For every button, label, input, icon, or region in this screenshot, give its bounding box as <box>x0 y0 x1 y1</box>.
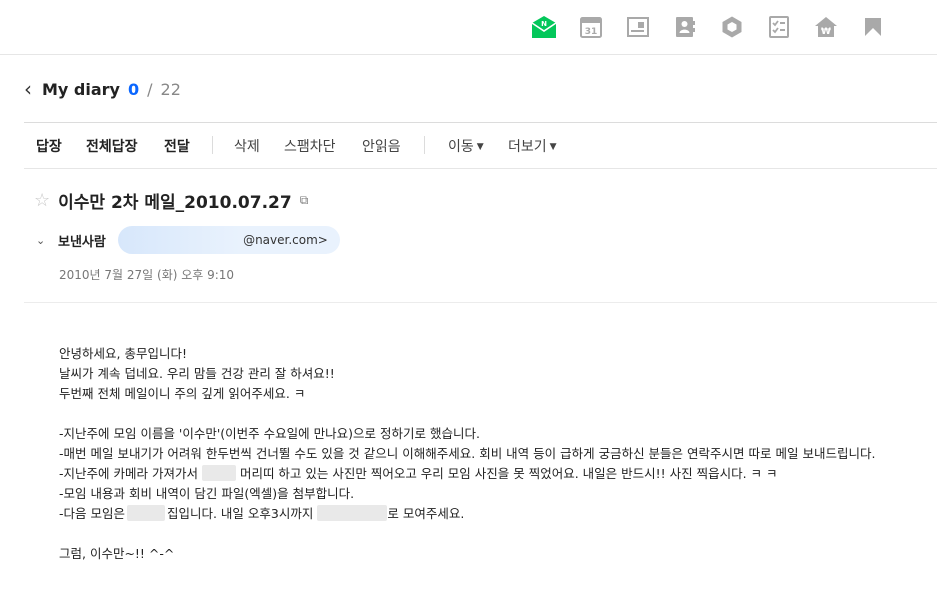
mail-body: 안녕하세요, 총무입니다! 날씨가 계속 덥네요. 우리 맘들 건강 관리 잘 … <box>59 344 875 564</box>
body-line: -지난주에 모임 이름을 '이수만'(이번주 수요일에 만나요)으로 정하기로 … <box>59 426 480 441</box>
body-line: 두번째 전체 메일이니 주의 깊게 읽어주세요. ㅋ <box>59 386 306 401</box>
total-count: 22 <box>160 79 181 99</box>
body-line: 안녕하세요, 총무입니다! <box>59 346 187 361</box>
redacted-name <box>201 465 236 481</box>
body-line: -모임 내용과 회비 내역이 담긴 파일(엑셀)을 첨부합니다. <box>59 486 355 501</box>
count-separator: / <box>147 79 153 99</box>
delete-button[interactable]: 삭제 <box>234 136 260 156</box>
body-line: 날씨가 계속 덥네요. 우리 맘들 건강 관리 잘 하셔요!! <box>59 366 335 381</box>
body-line: -다음 모임은 집입니다. 내일 오후3시까지 로 모여주세요. <box>59 504 875 524</box>
mail-date: 2010년 7월 27일 (화) 오후 9:10 <box>59 268 235 282</box>
star-icon[interactable]: ☆ <box>34 190 50 211</box>
more-label: 더보기 <box>508 139 547 155</box>
mail-subject-row: ☆ 이수만 2차 메일_2010.07.27 ⧉ <box>34 188 308 213</box>
sender-address-chip[interactable]: @naver.com> <box>117 226 340 254</box>
svg-text:31: 31 <box>585 27 598 37</box>
spam-block-button[interactable]: 스팸차단 <box>284 136 336 156</box>
body-text: 로 모여주세요. <box>387 506 465 521</box>
mailbox-header: ‹ My diary 0 / 22 <box>24 77 181 101</box>
sender-email: @naver.com> <box>243 233 328 247</box>
move-label: 이동 <box>448 139 474 155</box>
reply-button[interactable]: 답장 <box>36 136 62 156</box>
body-line: -지난주에 카메라 가져가서 머리띠 하고 있는 사진만 찍어오고 우리 모임 … <box>59 464 875 484</box>
expand-chevron-icon[interactable]: ⌄ <box>36 234 58 247</box>
more-dropdown[interactable]: 더보기 ▼ <box>508 136 557 156</box>
body-text: -지난주에 카메라 가져가서 <box>59 466 198 481</box>
open-new-window-icon[interactable]: ⧉ <box>300 193 309 208</box>
toolbar-divider <box>212 136 213 154</box>
notes-icon[interactable] <box>625 14 651 40</box>
redacted-location <box>317 505 388 521</box>
box-icon[interactable] <box>719 14 745 40</box>
svg-text:N: N <box>541 20 547 28</box>
home-won-icon[interactable]: ₩ <box>813 14 839 40</box>
mark-unread-button[interactable]: 안읽음 <box>362 136 401 156</box>
bookmark-icon[interactable] <box>860 14 886 40</box>
move-dropdown[interactable]: 이동 ▼ <box>448 136 484 156</box>
sender-label: 보낸사람 <box>58 234 106 250</box>
unread-count: 0 <box>127 79 140 99</box>
forward-button[interactable]: 전달 <box>164 136 190 156</box>
body-line: 그럼, 이수만~!! ^-^ <box>59 546 175 561</box>
caret-down-icon: ▼ <box>549 142 557 152</box>
body-text: 집입니다. 내일 오후3시까지 <box>166 506 314 521</box>
back-chevron-icon[interactable]: ‹ <box>24 77 32 101</box>
contacts-icon[interactable] <box>672 14 698 40</box>
svg-text:₩: ₩ <box>821 27 831 37</box>
mail-subject: 이수만 2차 메일_2010.07.27 <box>58 193 292 213</box>
toolbar-divider <box>424 136 425 154</box>
reply-all-button[interactable]: 전체답장 <box>86 136 138 156</box>
top-app-bar: N 31 ₩ <box>0 0 937 55</box>
mailbox-title[interactable]: My diary <box>42 80 120 99</box>
calendar-icon[interactable]: 31 <box>578 14 604 40</box>
header-divider <box>24 302 937 303</box>
naver-mail-icon[interactable]: N <box>531 14 557 40</box>
tasks-icon[interactable] <box>766 14 792 40</box>
body-text: 머리띠 하고 있는 사진만 찍어오고 우리 모임 사진을 못 찍었어요. 내일은… <box>239 466 778 481</box>
body-blank-line <box>59 404 875 424</box>
caret-down-icon: ▼ <box>476 142 484 152</box>
redacted-name <box>126 505 165 521</box>
body-line: -매번 메일 보내기가 어려워 한두번씩 건너뛸 수도 있을 것 같으니 이해해… <box>59 446 876 461</box>
body-text: -다음 모임은 <box>59 506 125 521</box>
body-blank-line <box>59 524 875 544</box>
sender-row: ⌄ 보낸사람 @naver.com> <box>36 226 340 254</box>
mail-toolbar: 답장 전체답장 전달 삭제 스팸차단 안읽음 이동 ▼ 더보기 ▼ <box>24 122 937 169</box>
